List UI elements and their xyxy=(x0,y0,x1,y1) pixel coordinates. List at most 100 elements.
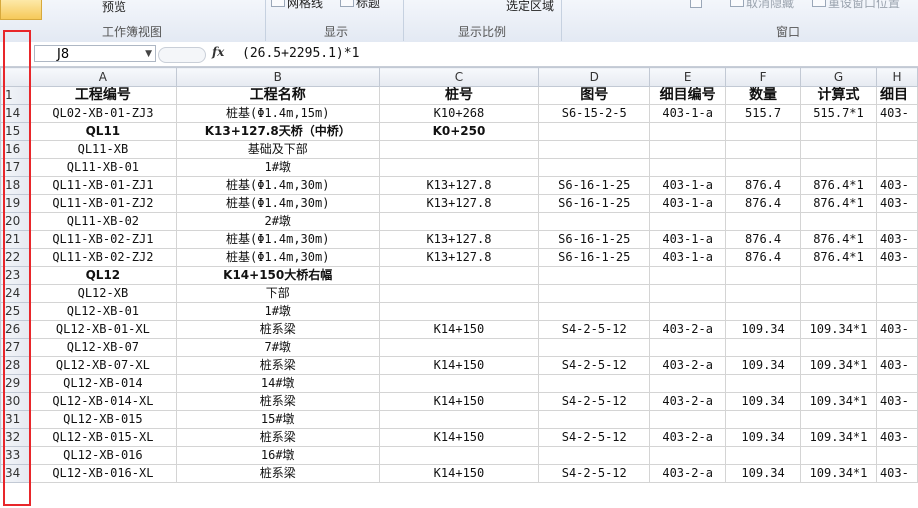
cell[interactable]: K14+150大桥右幅 xyxy=(175,266,380,285)
row-header[interactable]: 28 xyxy=(0,356,30,375)
cell[interactable]: QL11-XB-02-ZJ1 xyxy=(28,230,177,249)
cell[interactable] xyxy=(649,122,727,141)
cell[interactable]: 下部 xyxy=(175,284,380,303)
cell[interactable]: 876.4*1 xyxy=(800,248,877,267)
cell[interactable]: 403-2-a xyxy=(649,356,727,375)
cell[interactable]: 403- xyxy=(875,320,918,339)
cell[interactable]: 515.7*1 xyxy=(800,104,877,123)
cell[interactable]: QL11-XB xyxy=(28,140,177,159)
row-header[interactable]: 18 xyxy=(0,176,30,195)
cell[interactable]: S6-16-1-25 xyxy=(538,230,651,249)
cell[interactable]: QL11 xyxy=(28,122,177,141)
cell[interactable]: K14+150 xyxy=(378,392,540,411)
header-cell[interactable]: 细目 xyxy=(875,86,918,105)
select-all-corner[interactable] xyxy=(0,67,30,87)
cell[interactable]: 桩基(Φ1.4m,30m) xyxy=(175,230,380,249)
formula-bar-handle[interactable] xyxy=(158,47,206,63)
cell[interactable] xyxy=(875,122,918,141)
cell[interactable]: 14#墩 xyxy=(175,374,380,393)
row-header[interactable]: 29 xyxy=(0,374,30,393)
row-header[interactable]: 32 xyxy=(0,428,30,447)
cell[interactable] xyxy=(725,302,802,321)
cell[interactable]: QL11-XB-02-ZJ2 xyxy=(28,248,177,267)
cell[interactable]: QL02-XB-01-ZJ3 xyxy=(28,104,177,123)
row-header[interactable]: 24 xyxy=(0,284,30,303)
cell[interactable] xyxy=(725,158,802,177)
cell[interactable]: K13+127.8 xyxy=(378,230,540,249)
cell[interactable]: QL12 xyxy=(28,266,177,285)
cell[interactable]: 876.4 xyxy=(725,176,802,195)
cell[interactable] xyxy=(800,284,877,303)
cell[interactable]: 15#墩 xyxy=(175,410,380,429)
cell[interactable] xyxy=(649,284,727,303)
cell[interactable]: K14+150 xyxy=(378,464,540,483)
cell[interactable] xyxy=(875,302,918,321)
cell[interactable]: QL11-XB-01-ZJ2 xyxy=(28,194,177,213)
cell[interactable]: 桩系梁 xyxy=(175,356,380,375)
cell[interactable]: 109.34*1 xyxy=(800,428,877,447)
zoom-to-selection-button[interactable]: 选定区域 xyxy=(506,0,554,14)
chevron-down-icon[interactable]: ▼ xyxy=(145,46,152,63)
cell[interactable] xyxy=(538,410,651,429)
cell[interactable]: QL12-XB-014-XL xyxy=(28,392,177,411)
cell[interactable]: K13+127.8 xyxy=(378,248,540,267)
cell[interactable]: 876.4 xyxy=(725,248,802,267)
cell[interactable] xyxy=(538,212,651,231)
cell[interactable]: 7#墩 xyxy=(175,338,380,357)
header-cell[interactable]: 细目编号 xyxy=(649,86,727,105)
cell[interactable] xyxy=(875,266,918,285)
cell[interactable] xyxy=(538,284,651,303)
cell[interactable]: 109.34*1 xyxy=(800,464,877,483)
header-cell[interactable]: 工程编号 xyxy=(28,86,177,105)
cell[interactable] xyxy=(875,338,918,357)
cell[interactable]: 403- xyxy=(875,248,918,267)
row-header[interactable]: 14 xyxy=(0,104,30,123)
row-header[interactable]: 15 xyxy=(0,122,30,141)
name-box[interactable]: J8 ▼ xyxy=(34,45,156,62)
cell[interactable] xyxy=(378,338,540,357)
cell[interactable] xyxy=(800,266,877,285)
column-header-b[interactable]: B xyxy=(175,67,380,87)
cell[interactable] xyxy=(538,266,651,285)
cell[interactable] xyxy=(875,284,918,303)
preview-button[interactable]: 预览 xyxy=(102,0,126,15)
unhide-button[interactable]: 取消隐藏 xyxy=(746,0,794,11)
cell[interactable]: QL12-XB xyxy=(28,284,177,303)
cell[interactable]: S6-16-1-25 xyxy=(538,194,651,213)
cell[interactable]: QL11-XB-02 xyxy=(28,212,177,231)
row-header[interactable]: 17 xyxy=(0,158,30,177)
cell[interactable] xyxy=(875,410,918,429)
cell[interactable]: 桩基(Φ1.4m,30m) xyxy=(175,194,380,213)
cell[interactable] xyxy=(649,140,727,159)
cell[interactable] xyxy=(649,446,727,465)
cell[interactable]: 109.34*1 xyxy=(800,320,877,339)
header-cell[interactable]: 图号 xyxy=(538,86,651,105)
cell[interactable]: QL12-XB-015 xyxy=(28,410,177,429)
cell[interactable]: 403- xyxy=(875,392,918,411)
header-cell[interactable]: 桩号 xyxy=(378,86,540,105)
cell[interactable]: S4-2-5-12 xyxy=(538,356,651,375)
cell[interactable] xyxy=(649,410,727,429)
cell[interactable]: K14+150 xyxy=(378,320,540,339)
cell[interactable]: QL12-XB-014 xyxy=(28,374,177,393)
formula-input[interactable]: (26.5+2295.1)*1 xyxy=(242,44,359,64)
cell[interactable] xyxy=(725,284,802,303)
cell[interactable] xyxy=(725,374,802,393)
cell[interactable] xyxy=(538,374,651,393)
cell[interactable]: 109.34 xyxy=(725,320,802,339)
cell[interactable]: 403-1-a xyxy=(649,176,727,195)
column-header-f[interactable]: F xyxy=(725,67,802,87)
spreadsheet-grid[interactable]: A B C D E F G H 1 工程编号 工程名称 桩号 图号 细目编号 数量 计算式 细目 14 QL02-X… xyxy=(0,67,918,483)
cell[interactable]: K14+150 xyxy=(378,428,540,447)
row-header[interactable]: 30 xyxy=(0,392,30,411)
cell[interactable] xyxy=(800,446,877,465)
cell[interactable] xyxy=(725,410,802,429)
cell[interactable] xyxy=(378,266,540,285)
cell[interactable] xyxy=(725,266,802,285)
cell[interactable]: 109.34 xyxy=(725,392,802,411)
row-header[interactable]: 21 xyxy=(0,230,30,249)
row-header[interactable]: 1 xyxy=(0,86,30,105)
row-header[interactable]: 26 xyxy=(0,320,30,339)
cell[interactable] xyxy=(875,140,918,159)
cell[interactable] xyxy=(875,446,918,465)
